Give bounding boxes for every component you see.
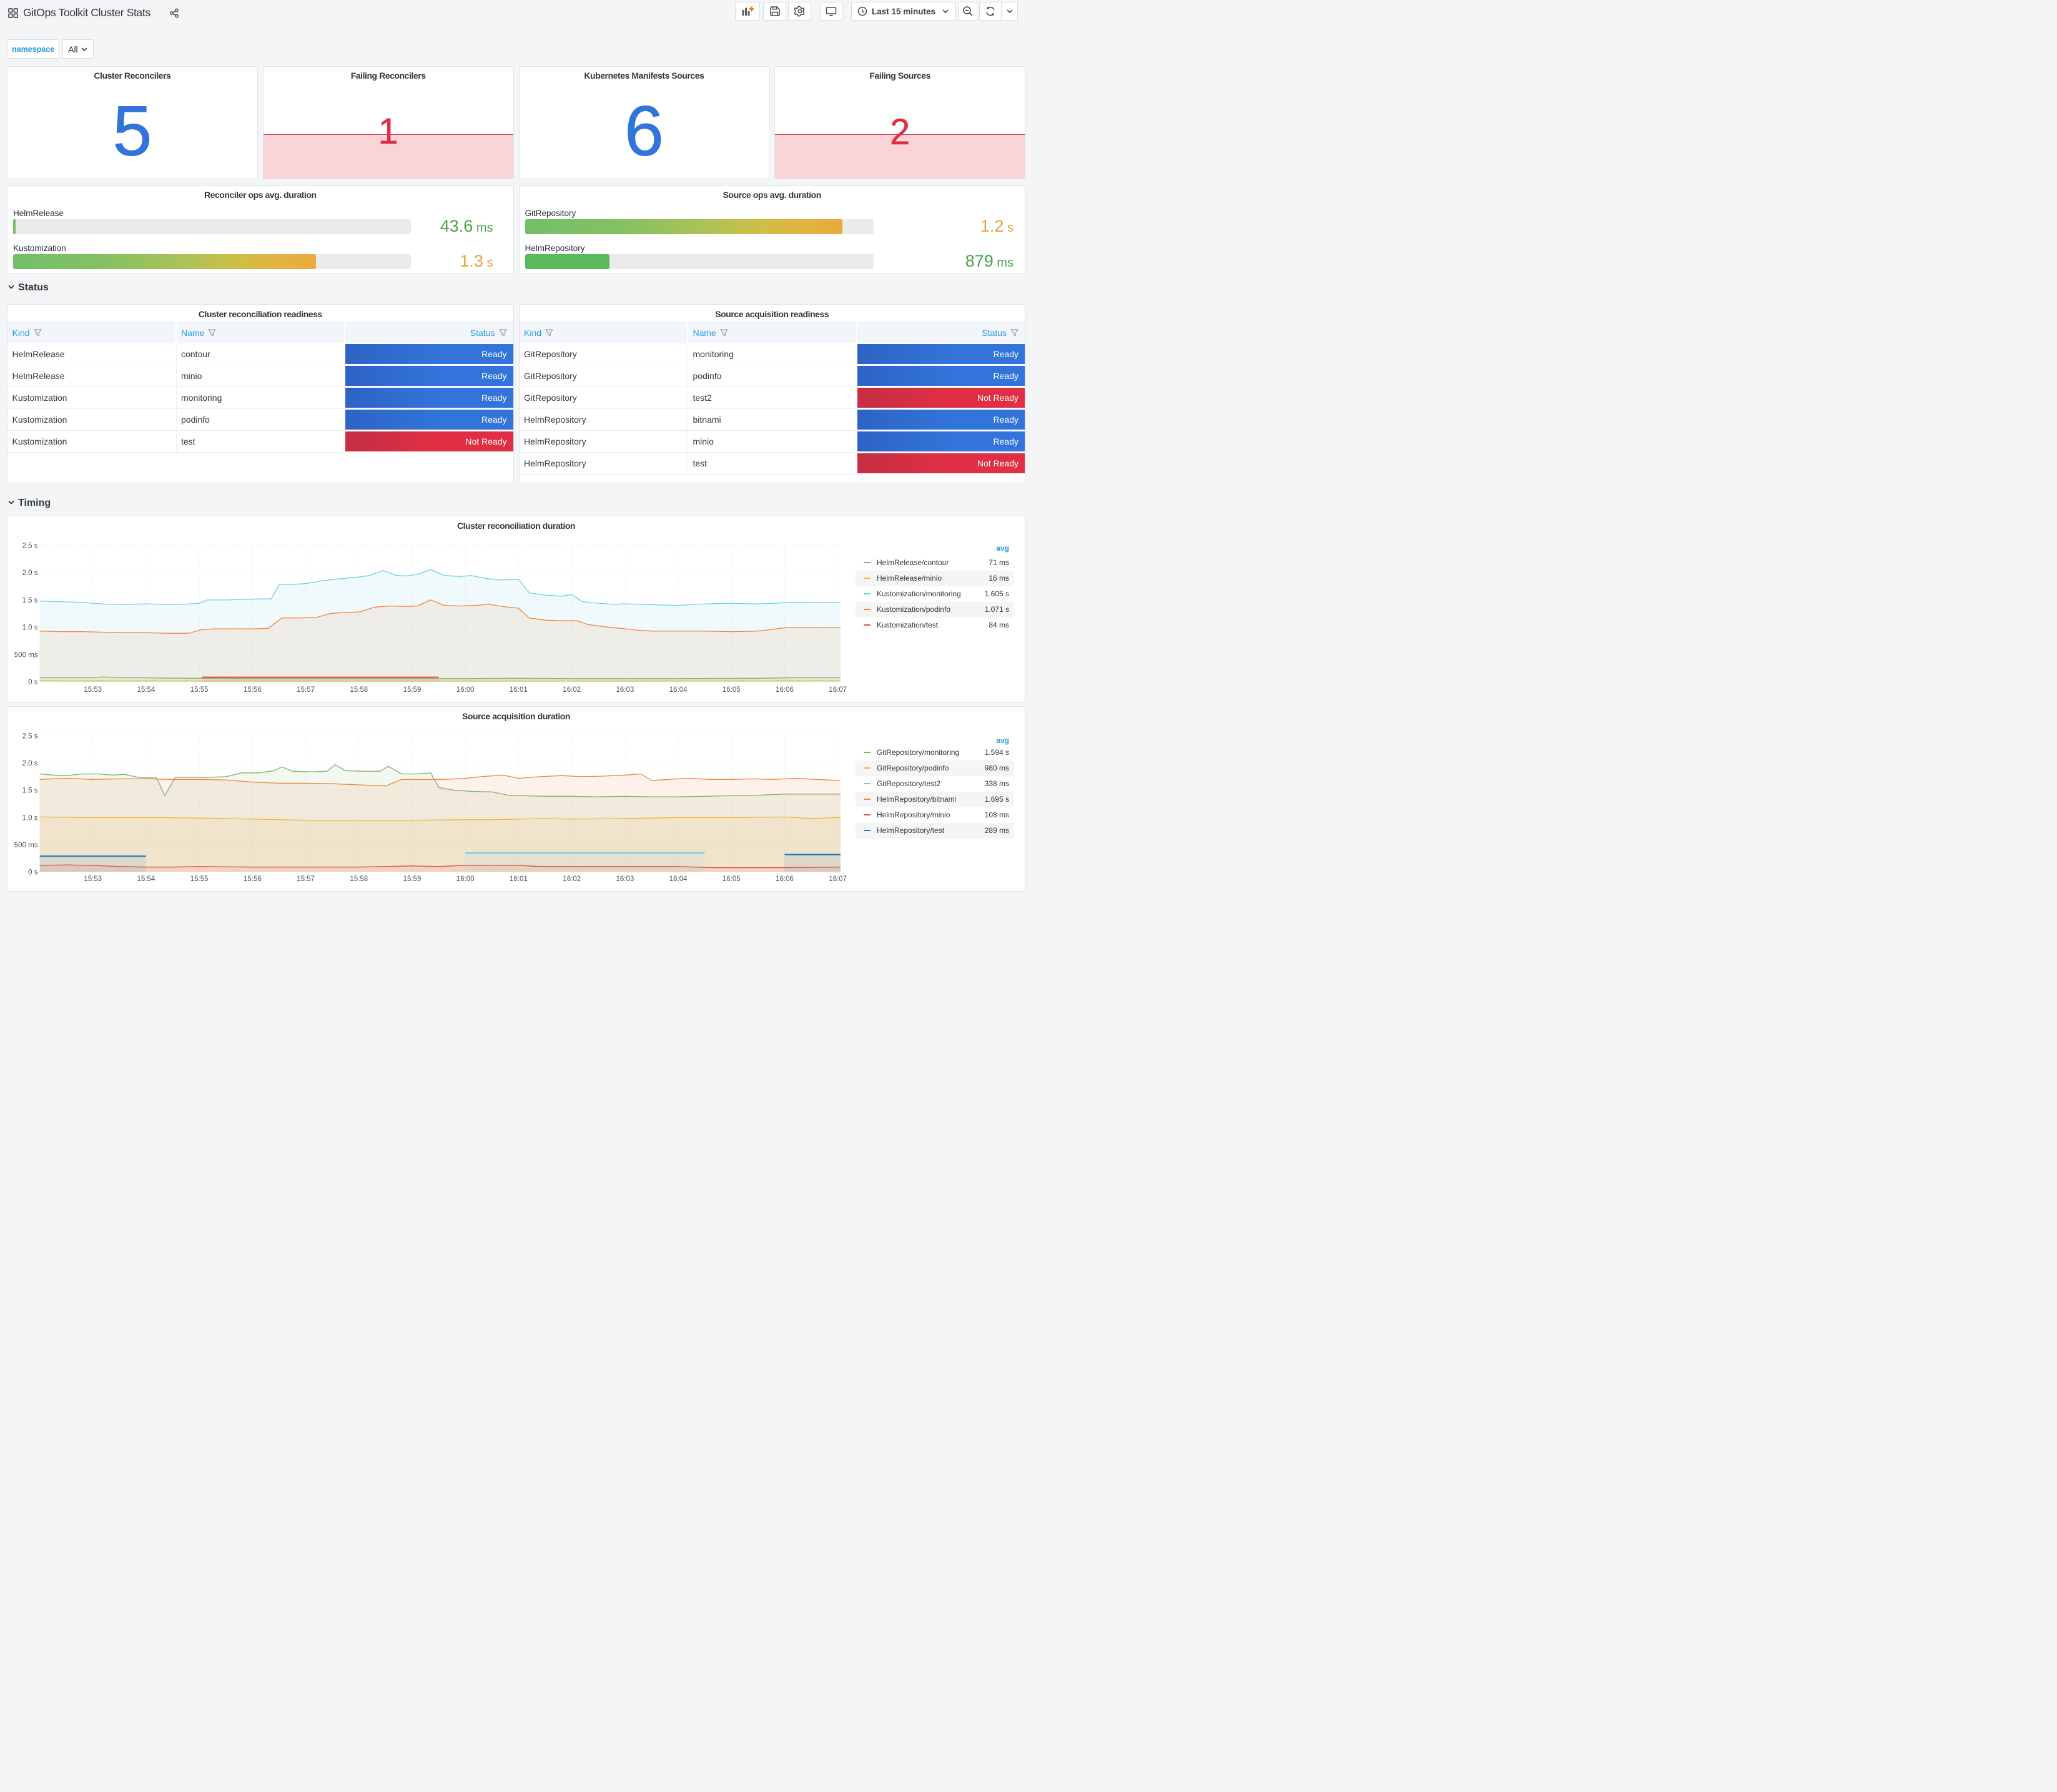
svg-text:1.0 s: 1.0 s [22, 814, 38, 822]
svg-text:15:57: 15:57 [297, 686, 315, 694]
svg-text:16:02: 16:02 [563, 875, 581, 883]
svg-text:15:59: 15:59 [403, 875, 422, 883]
svg-text:15:55: 15:55 [190, 686, 209, 694]
svg-text:2.0 s: 2.0 s [22, 569, 38, 577]
svg-text:16:00: 16:00 [456, 686, 475, 694]
svg-text:16:05: 16:05 [723, 686, 741, 694]
svg-text:15:59: 15:59 [403, 686, 422, 694]
svg-text:16:01: 16:01 [510, 686, 528, 694]
svg-text:15:54: 15:54 [137, 686, 155, 694]
svg-text:16:01: 16:01 [510, 875, 528, 883]
svg-text:2.5 s: 2.5 s [22, 543, 38, 550]
svg-text:16:02: 16:02 [563, 686, 581, 694]
svg-text:15:53: 15:53 [84, 875, 102, 883]
svg-text:16:07: 16:07 [829, 875, 847, 883]
svg-text:15:53: 15:53 [84, 686, 102, 694]
svg-text:1.0 s: 1.0 s [22, 624, 38, 632]
svg-text:1.5 s: 1.5 s [22, 787, 38, 795]
svg-text:0 s: 0 s [28, 679, 38, 686]
svg-text:16:04: 16:04 [669, 686, 688, 694]
svg-text:16:06: 16:06 [776, 686, 794, 694]
svg-text:16:03: 16:03 [616, 875, 634, 883]
svg-text:15:57: 15:57 [297, 875, 315, 883]
svg-text:15:54: 15:54 [137, 875, 155, 883]
svg-text:1.5 s: 1.5 s [22, 597, 38, 604]
svg-text:0 s: 0 s [28, 869, 38, 877]
svg-text:15:55: 15:55 [190, 875, 209, 883]
svg-text:16:04: 16:04 [669, 875, 688, 883]
svg-text:16:06: 16:06 [776, 875, 794, 883]
svg-text:16:03: 16:03 [616, 686, 634, 694]
svg-text:15:56: 15:56 [244, 686, 262, 694]
svg-text:16:00: 16:00 [456, 875, 475, 883]
svg-text:500 ms: 500 ms [14, 842, 38, 849]
svg-text:2.5 s: 2.5 s [22, 733, 38, 741]
svg-text:500 ms: 500 ms [14, 651, 38, 659]
svg-text:2.0 s: 2.0 s [22, 760, 38, 767]
svg-text:15:58: 15:58 [350, 686, 368, 694]
svg-text:16:07: 16:07 [829, 686, 847, 694]
svg-text:15:56: 15:56 [244, 875, 262, 883]
svg-text:16:05: 16:05 [723, 875, 741, 883]
svg-text:15:58: 15:58 [350, 875, 368, 883]
